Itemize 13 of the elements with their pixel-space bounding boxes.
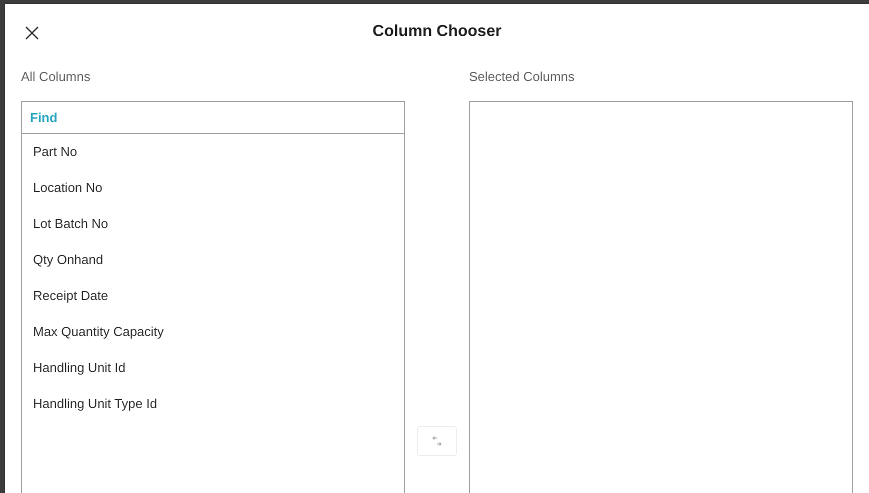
list-item[interactable]: Location No: [22, 170, 404, 206]
swap-arrows-icon: [431, 436, 443, 446]
dialog-title: Column Chooser: [372, 23, 502, 41]
list-item[interactable]: Handling Unit Type Id: [22, 386, 404, 422]
list-item[interactable]: Qty Onhand: [22, 242, 404, 278]
list-label: Selected Columns: [469, 68, 576, 86]
list-item[interactable]: Handling Unit Id: [22, 350, 404, 386]
close-icon[interactable]: [23, 24, 41, 42]
list-item[interactable]: Max Quantity Capacity: [22, 314, 404, 350]
list-item[interactable]: Lot Batch No: [22, 206, 404, 242]
list-label: All Columns: [21, 68, 92, 86]
list-item[interactable]: Part No: [22, 134, 404, 170]
list-item[interactable]: Receipt Date: [22, 278, 404, 314]
